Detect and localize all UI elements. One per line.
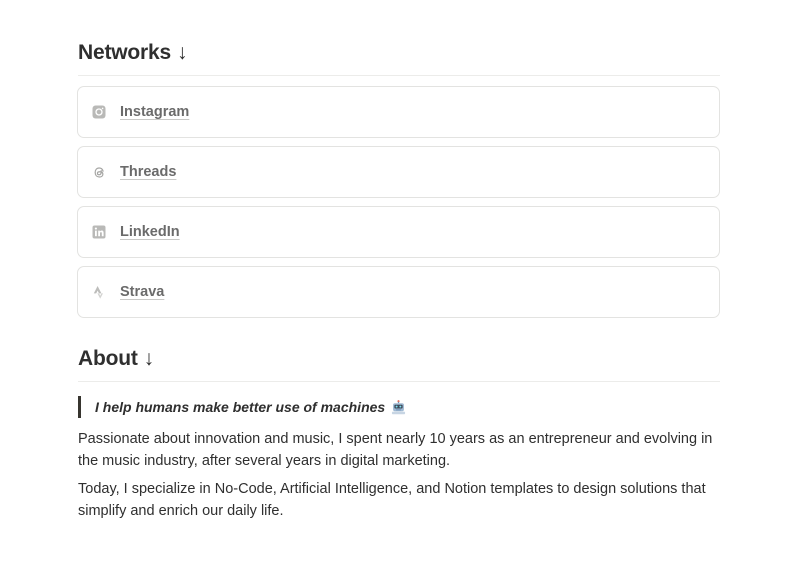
- about-paragraph: Passionate about innovation and music, I…: [78, 431, 713, 469]
- about-quote: I help humans make better use of machine…: [78, 396, 720, 418]
- link-card-threads[interactable]: Threads: [77, 146, 720, 198]
- arrow-down-icon: ↓: [143, 347, 155, 370]
- threads-icon: [91, 164, 107, 180]
- strava-icon: [91, 284, 107, 300]
- networks-heading: Networks ↓: [78, 41, 720, 76]
- main-content: Networks ↓ Instagram Threads LinkedIn St…: [77, 0, 720, 522]
- link-label-linkedin: LinkedIn: [120, 224, 180, 240]
- link-label-strava: Strava: [120, 284, 165, 300]
- about-paragraph: Today, I specialize in No-Code, Artifici…: [78, 481, 706, 519]
- link-label-instagram: Instagram: [120, 104, 190, 120]
- link-card-linkedin[interactable]: LinkedIn: [77, 206, 720, 258]
- page: Networks ↓ Instagram Threads LinkedIn St…: [0, 0, 800, 564]
- link-label-threads: Threads: [120, 164, 177, 180]
- instagram-icon: [91, 104, 107, 120]
- robot-icon: [391, 399, 406, 415]
- networks-link-list: Instagram Threads LinkedIn Strava: [77, 86, 720, 318]
- networks-heading-text: Networks: [78, 41, 171, 64]
- link-card-instagram[interactable]: Instagram: [77, 86, 720, 138]
- about-heading: About ↓: [78, 347, 720, 382]
- arrow-down-icon: ↓: [176, 41, 188, 64]
- link-card-strava[interactable]: Strava: [77, 266, 720, 318]
- about-heading-text: About: [78, 347, 138, 370]
- linkedin-icon: [91, 224, 107, 240]
- about-quote-text: I help humans make better use of machine…: [95, 399, 386, 415]
